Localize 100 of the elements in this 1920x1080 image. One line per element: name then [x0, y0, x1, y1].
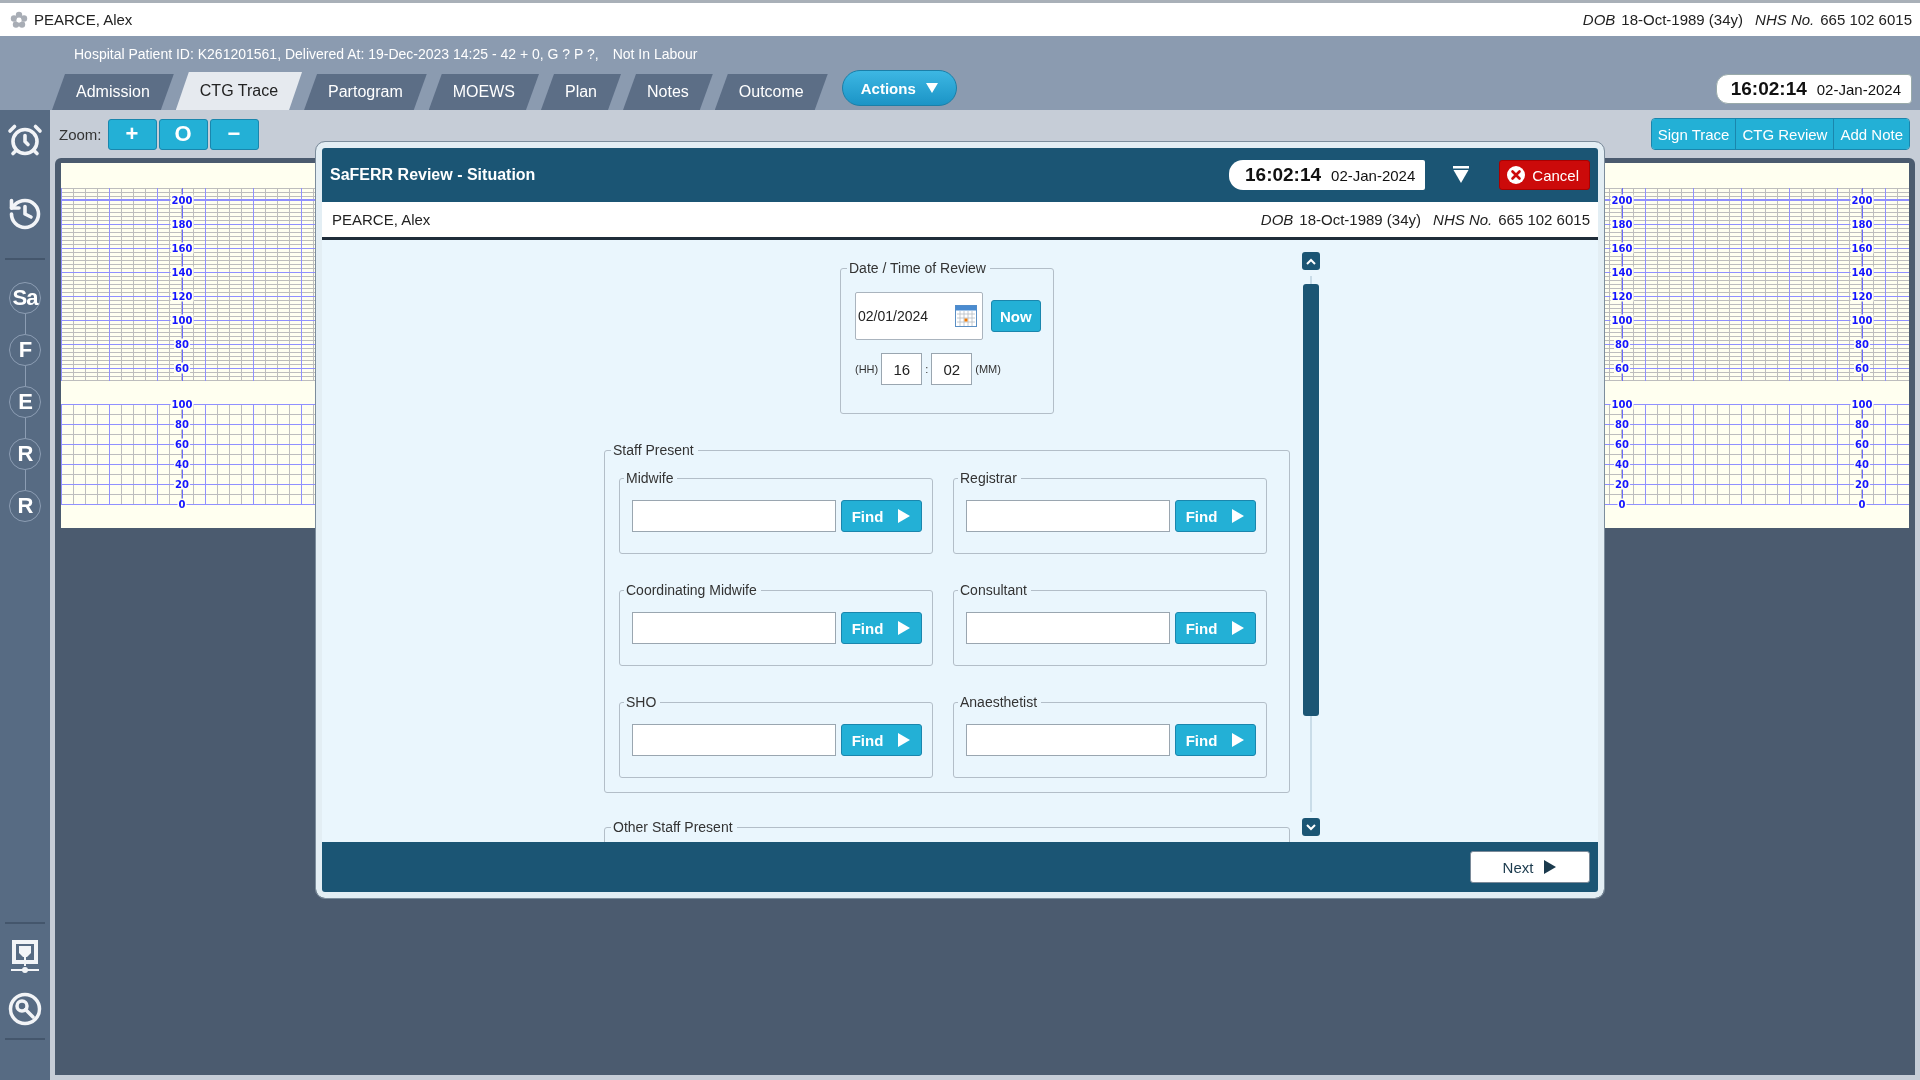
group-legend: Staff Present	[611, 442, 698, 458]
next-button[interactable]: Next	[1470, 851, 1590, 883]
dob-label: DOB	[1582, 11, 1616, 28]
scale-label: 100	[1850, 314, 1874, 326]
tab[interactable]: CTG Trace	[175, 72, 303, 110]
scale-label: 120	[1610, 290, 1634, 302]
nhs-number: 665 102 6015	[1498, 211, 1590, 228]
patient-name: PEARCE, Alex	[332, 211, 431, 228]
scroll-up-button[interactable]	[1302, 252, 1320, 270]
filter-icon[interactable]	[1453, 166, 1470, 184]
play-icon	[1543, 859, 1558, 875]
scale-label: 180	[1610, 218, 1634, 230]
scale-label: 60	[174, 438, 190, 450]
delivery-info: Hospital Patient ID: K261201561, Delivered At: 19-Dec-2023 14:25 - 42 + 0, G ? P ?,	[74, 46, 599, 64]
scale-label: 40	[1854, 458, 1870, 470]
staff-name-field[interactable]	[966, 724, 1170, 756]
scale-label: 180	[1850, 218, 1874, 230]
play-icon	[897, 508, 912, 524]
hour-label: (HH)	[855, 363, 879, 375]
scale-label: 60	[1614, 362, 1630, 374]
staff-name-field[interactable]	[966, 500, 1170, 532]
minute-label: (MM)	[975, 363, 1001, 375]
date-field[interactable]: 02/01/2024	[855, 292, 983, 340]
scale-label: 100	[170, 398, 194, 410]
nhs-label: NHS No.	[1433, 211, 1493, 228]
scale-label: 200	[170, 194, 194, 206]
scale-label: 60	[1854, 362, 1870, 374]
calendar-icon[interactable]	[955, 305, 977, 327]
alarm-clock-icon[interactable]	[7, 122, 43, 158]
scale-label: 100	[170, 314, 194, 326]
scale-label: 120	[1850, 290, 1874, 302]
group-legend: SHO	[624, 694, 661, 710]
cancel-button[interactable]: Cancel	[1499, 160, 1590, 190]
dob-label: DOB	[1260, 211, 1294, 228]
scroll-down-button[interactable]	[1302, 818, 1320, 836]
clock-date: 02-Jan-2024	[1331, 166, 1416, 184]
time-separator: :	[925, 363, 929, 375]
scale-label: 80	[1614, 418, 1630, 430]
chevron-down-icon	[1306, 823, 1316, 831]
scale-label: 100	[1610, 398, 1634, 410]
scale-label: 200	[1850, 194, 1874, 206]
group-legend: Registrar	[958, 470, 1021, 486]
clock-date: 02-Jan-2024	[1816, 80, 1901, 98]
staff-name-field[interactable]	[966, 612, 1170, 644]
scale-label: 60	[1614, 438, 1630, 450]
nhs-number: 665 102 6015	[1820, 11, 1912, 28]
scale-label: 80	[1614, 338, 1630, 350]
group-legend: Other Staff Present	[611, 819, 737, 835]
date-of-birth: 18-Oct-1989 (34y)	[1621, 11, 1744, 28]
scale-label: 100	[1610, 314, 1634, 326]
scale-label: 100	[1850, 398, 1874, 410]
clock-time: 16:02:14	[1730, 78, 1807, 100]
actions-button[interactable]: Actions	[841, 70, 957, 106]
close-icon	[1506, 165, 1527, 185]
scale-label: 140	[1850, 266, 1874, 278]
zoom-label: Zoom:	[59, 125, 102, 143]
play-icon	[1231, 508, 1246, 524]
tab[interactable]: Admission	[52, 74, 174, 110]
group-legend: Consultant	[958, 582, 1031, 598]
group-legend: Midwife	[624, 470, 678, 486]
scale-label: 80	[1854, 418, 1870, 430]
tab[interactable]: MOEWS	[428, 74, 539, 110]
scale-label: 160	[1850, 242, 1874, 254]
tab[interactable]: Outcome	[714, 74, 828, 110]
history-icon[interactable]	[7, 196, 43, 232]
scale-label: 0	[177, 498, 187, 510]
flower-icon	[10, 10, 28, 29]
chevron-up-icon	[1306, 257, 1316, 265]
network-icon[interactable]	[10, 938, 40, 974]
scale-label: 80	[1854, 338, 1870, 350]
tab[interactable]: Partogram	[304, 74, 427, 110]
staff-name-field[interactable]	[632, 724, 836, 756]
scale-label: 40	[174, 458, 190, 470]
staff-name-field[interactable]	[632, 500, 836, 532]
scale-label: 60	[1854, 438, 1870, 450]
scale-label: 160	[170, 242, 194, 254]
group-legend: Anaesthetist	[958, 694, 1042, 710]
scale-label: 0	[1857, 498, 1867, 510]
scale-label: 120	[170, 290, 194, 302]
scale-label: 80	[174, 338, 190, 350]
patient-name: PEARCE, Alex	[34, 11, 133, 28]
play-icon	[897, 732, 912, 748]
play-icon	[1231, 732, 1246, 748]
scale-label: 180	[170, 218, 194, 230]
tab[interactable]: Plan	[540, 74, 621, 110]
scale-label: 0	[1617, 498, 1627, 510]
hour-field[interactable]: 16	[881, 353, 923, 385]
scale-label: 20	[1854, 478, 1870, 490]
scale-label: 20	[174, 478, 190, 490]
scale-label: 160	[1610, 242, 1634, 254]
date-of-birth: 18-Oct-1989 (34y)	[1299, 211, 1422, 228]
minute-field[interactable]: 02	[931, 353, 973, 385]
staff-name-field[interactable]	[632, 612, 836, 644]
scale-label: 200	[1610, 194, 1634, 206]
play-icon	[1231, 620, 1246, 636]
scroll-thumb[interactable]	[1303, 284, 1319, 716]
tab[interactable]: Notes	[623, 74, 713, 110]
scale-label: 40	[1614, 458, 1630, 470]
scale-label: 20	[1614, 478, 1630, 490]
dialog-title: SaFERR Review - Situation	[330, 166, 536, 184]
